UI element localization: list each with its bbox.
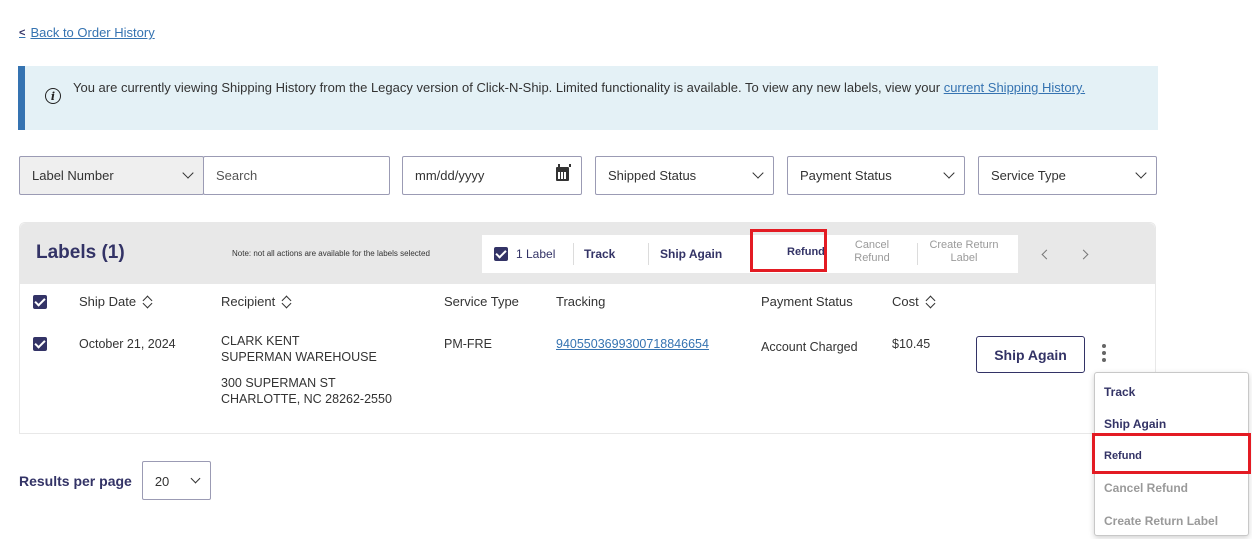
payment-status-column-header: Payment Status xyxy=(761,294,853,309)
menu-item-cancel-refund: Cancel Refund xyxy=(1104,481,1189,495)
divider xyxy=(917,243,918,265)
label-number-select[interactable]: Label Number xyxy=(19,156,204,195)
refund-highlight-box xyxy=(750,229,827,272)
chevron-down-icon xyxy=(182,167,194,179)
date-placeholder: mm/dd/yyyy xyxy=(415,168,485,183)
tracking-column-header: Tracking xyxy=(556,294,605,309)
back-link-label: Back to Order History xyxy=(30,25,155,40)
search-input[interactable]: Search xyxy=(203,156,390,195)
info-icon: i xyxy=(45,88,61,104)
chevron-left-icon[interactable] xyxy=(1041,249,1052,260)
address-line1: 300 SUPERMAN ST xyxy=(221,376,336,390)
more-options-icon[interactable] xyxy=(1099,344,1109,368)
bulk-create-return-label-button: Create Return Label xyxy=(919,239,1009,265)
banner-message: You are currently viewing Shipping Histo… xyxy=(73,80,941,95)
shipped-status-value: Shipped Status xyxy=(608,168,697,183)
results-per-page-label: Results per page xyxy=(19,472,132,489)
chevron-right-icon[interactable] xyxy=(1078,249,1089,260)
service-type-select[interactable]: Service Type xyxy=(978,156,1157,195)
tracking-number-link[interactable]: 9405503699300718846654 xyxy=(556,337,709,351)
row-cost: $10.45 xyxy=(892,337,931,351)
bulk-ship-again-button[interactable]: Ship Again xyxy=(660,247,722,261)
bulk-cancel-refund-button: Cancel Refund xyxy=(851,239,893,265)
payment-status-header-label: Payment Status xyxy=(761,294,853,309)
current-shipping-history-link[interactable]: current Shipping History. xyxy=(944,80,1085,95)
results-per-page-select[interactable]: 20 xyxy=(141,461,211,500)
chevron-down-icon xyxy=(1135,167,1147,179)
recipient-company: SUPERMAN WAREHOUSE xyxy=(221,350,377,364)
row-service-type: PM-FRE xyxy=(444,337,492,351)
service-type-header-label: Service Type xyxy=(444,294,519,309)
bulk-track-button[interactable]: Track xyxy=(584,247,615,261)
payment-status-value: Payment Status xyxy=(800,168,892,183)
row-recipient: CLARK KENT SUPERMAN WAREHOUSE 300 SUPERM… xyxy=(221,333,392,407)
recipient-name: CLARK KENT xyxy=(221,334,300,348)
banner-text: You are currently viewing Shipping Histo… xyxy=(73,80,1085,96)
cost-column-header[interactable]: Cost xyxy=(892,294,935,309)
actions-note: Note: not all actions are available for … xyxy=(232,249,430,258)
cancel-refund-line2: Refund xyxy=(854,252,890,264)
date-input[interactable]: mm/dd/yyyy xyxy=(402,156,582,195)
results-per-page: Results per page 20 xyxy=(19,461,211,500)
row-checkbox[interactable] xyxy=(33,337,47,351)
recipient-column-header[interactable]: Recipient xyxy=(221,294,291,309)
cost-header-label: Cost xyxy=(892,294,919,309)
ship-date-header-label: Ship Date xyxy=(79,294,137,309)
legacy-info-banner: i You are currently viewing Shipping His… xyxy=(18,66,1158,130)
menu-item-track[interactable]: Track xyxy=(1104,385,1135,399)
payment-status-select[interactable]: Payment Status xyxy=(787,156,965,195)
create-return-line1: Create Return xyxy=(929,239,999,251)
shipped-status-select[interactable]: Shipped Status xyxy=(595,156,774,195)
chevron-down-icon xyxy=(190,473,201,484)
chevron-down-icon xyxy=(752,167,764,179)
address-line2: CHARLOTTE, NC 28262-2550 xyxy=(221,392,392,406)
chevron-left-icon: < xyxy=(19,26,26,39)
sort-icon xyxy=(142,295,152,309)
divider xyxy=(573,243,574,265)
row-ship-date: October 21, 2024 xyxy=(79,337,176,351)
recipient-header-label: Recipient xyxy=(221,294,276,309)
chevron-down-icon xyxy=(943,167,955,179)
create-return-line2: Label xyxy=(950,252,978,264)
menu-item-create-return-label: Create Return Label xyxy=(1104,514,1219,528)
calendar-icon[interactable] xyxy=(556,164,571,181)
divider xyxy=(648,243,649,265)
selected-count: 1 Label xyxy=(516,247,556,261)
labels-panel-header: Labels (1) Note: not all actions are ava… xyxy=(20,223,1155,284)
ship-date-column-header[interactable]: Ship Date xyxy=(79,294,152,309)
search-placeholder: Search xyxy=(216,168,258,183)
results-per-page-value: 20 xyxy=(154,474,170,489)
service-type-column-header: Service Type xyxy=(444,294,519,309)
selected-labels-checkbox[interactable] xyxy=(494,247,508,261)
service-type-value: Service Type xyxy=(991,168,1066,183)
menu-refund-highlight-box xyxy=(1092,433,1251,474)
cancel-refund-line1: Cancel xyxy=(854,239,890,251)
sort-icon xyxy=(281,295,291,309)
sort-icon xyxy=(925,295,935,309)
tracking-header-label: Tracking xyxy=(556,294,606,309)
back-to-order-history-link[interactable]: < Back to Order History xyxy=(19,25,155,40)
label-number-select-value: Label Number xyxy=(32,168,114,183)
labels-panel: Labels (1) Note: not all actions are ava… xyxy=(19,222,1156,434)
ship-again-button[interactable]: Ship Again xyxy=(976,336,1085,373)
row-payment-status: Account Charged xyxy=(761,340,858,354)
select-all-checkbox[interactable] xyxy=(33,295,47,309)
row-tracking: 9405503699300718846654 xyxy=(556,336,709,352)
labels-title: Labels (1) xyxy=(36,242,125,263)
menu-item-ship-again[interactable]: Ship Again xyxy=(1104,417,1166,431)
